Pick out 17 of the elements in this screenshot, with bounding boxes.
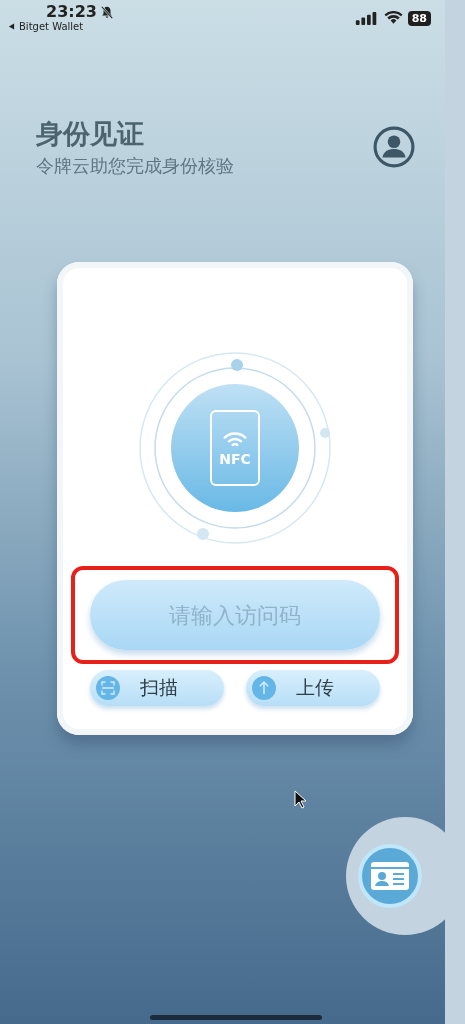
profile-icon[interactable] (373, 126, 415, 168)
nfc-label: NFC (219, 450, 251, 467)
back-app-link[interactable]: Bitget Wallet (19, 21, 84, 32)
wifi-icon (383, 11, 403, 25)
page-title: 身份见证 (36, 117, 145, 151)
back-arrow-icon[interactable] (8, 23, 15, 30)
scan-button[interactable]: 扫描 (90, 670, 224, 706)
status-time: 23:23 (46, 2, 97, 21)
upload-icon (252, 676, 276, 700)
scan-icon (96, 676, 120, 700)
upload-button[interactable]: 上传 (246, 670, 380, 706)
signal-icon (354, 11, 379, 25)
id-card-icon (370, 861, 410, 891)
wireless-icon (221, 429, 249, 447)
battery-level: 88 (407, 10, 431, 26)
mouse-cursor-icon (294, 790, 308, 810)
page-subtitle: 令牌云助您完成身份核验 (36, 154, 234, 178)
